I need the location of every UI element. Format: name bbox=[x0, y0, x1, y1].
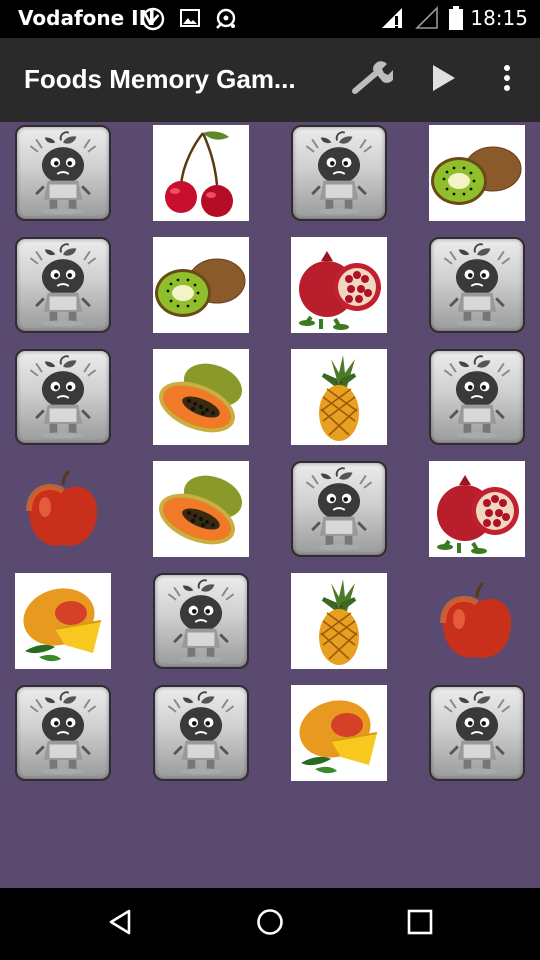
overflow-menu-icon bbox=[503, 64, 511, 97]
cherry-icon bbox=[153, 125, 249, 221]
card-mango[interactable] bbox=[15, 573, 111, 669]
robot-card-back-icon bbox=[17, 351, 109, 443]
robot-card-back-icon bbox=[155, 575, 247, 667]
play-icon bbox=[428, 63, 458, 98]
nav-recents-button[interactable] bbox=[400, 904, 440, 944]
card-mango[interactable] bbox=[291, 685, 387, 781]
apple-icon bbox=[15, 461, 111, 557]
apple-icon bbox=[429, 573, 525, 669]
home-icon bbox=[255, 907, 285, 942]
card-face-down[interactable] bbox=[153, 685, 249, 781]
robot-card-back-icon bbox=[17, 127, 109, 219]
navigation-bar bbox=[0, 888, 540, 960]
image-icon bbox=[178, 6, 202, 30]
status-bar: Vodafone IN 18:15 bbox=[0, 0, 540, 38]
card-face-down[interactable] bbox=[291, 461, 387, 557]
card-pomegranate[interactable] bbox=[429, 461, 525, 557]
kiwi-icon bbox=[429, 125, 525, 221]
card-kiwi[interactable] bbox=[153, 237, 249, 333]
app-bar: Foods Memory Gam... bbox=[0, 38, 540, 122]
papaya-icon bbox=[153, 461, 249, 557]
robot-card-back-icon bbox=[17, 687, 109, 779]
card-pomegranate[interactable] bbox=[291, 237, 387, 333]
signal-empty-icon bbox=[414, 6, 440, 30]
signal-strength-icon bbox=[380, 6, 406, 30]
card-face-down[interactable] bbox=[15, 237, 111, 333]
card-papaya[interactable] bbox=[153, 461, 249, 557]
kiwi-icon bbox=[153, 237, 249, 333]
recents-icon bbox=[407, 909, 433, 940]
robot-card-back-icon bbox=[431, 687, 523, 779]
card-face-down[interactable] bbox=[429, 237, 525, 333]
headset-icon bbox=[212, 6, 238, 30]
pineapple-icon bbox=[291, 573, 387, 669]
wrench-icon bbox=[349, 60, 395, 101]
card-face-down[interactable] bbox=[15, 125, 111, 221]
robot-card-back-icon bbox=[431, 351, 523, 443]
game-board bbox=[0, 122, 540, 888]
card-face-down[interactable] bbox=[15, 349, 111, 445]
card-face-down[interactable] bbox=[15, 685, 111, 781]
robot-card-back-icon bbox=[431, 239, 523, 331]
card-kiwi[interactable] bbox=[429, 125, 525, 221]
play-button[interactable] bbox=[419, 58, 467, 102]
mango-icon bbox=[291, 685, 387, 781]
card-apple[interactable] bbox=[15, 461, 111, 557]
robot-card-back-icon bbox=[293, 127, 385, 219]
overflow-menu-button[interactable] bbox=[483, 58, 531, 102]
card-face-down[interactable] bbox=[291, 125, 387, 221]
page-title: Foods Memory Gam... bbox=[24, 64, 296, 94]
pomegranate-icon bbox=[291, 237, 387, 333]
pineapple-icon bbox=[291, 349, 387, 445]
papaya-icon bbox=[153, 349, 249, 445]
battery-icon bbox=[448, 6, 464, 30]
robot-card-back-icon bbox=[155, 687, 247, 779]
nav-home-button[interactable] bbox=[250, 904, 290, 944]
back-icon bbox=[106, 908, 134, 941]
card-pineapple[interactable] bbox=[291, 349, 387, 445]
pomegranate-icon bbox=[429, 461, 525, 557]
robot-card-back-icon bbox=[17, 239, 109, 331]
card-pineapple[interactable] bbox=[291, 573, 387, 669]
card-face-down[interactable] bbox=[153, 573, 249, 669]
card-face-down[interactable] bbox=[429, 685, 525, 781]
card-apple[interactable] bbox=[429, 573, 525, 669]
card-cherry[interactable] bbox=[153, 125, 249, 221]
clock: 18:15 bbox=[470, 6, 528, 30]
card-papaya[interactable] bbox=[153, 349, 249, 445]
mango-icon bbox=[15, 573, 111, 669]
carrier-name: Vodafone IN bbox=[18, 6, 156, 30]
settings-button[interactable] bbox=[347, 58, 395, 102]
check-circle-icon bbox=[140, 6, 166, 31]
card-face-down[interactable] bbox=[429, 349, 525, 445]
nav-back-button[interactable] bbox=[100, 904, 140, 944]
robot-card-back-icon bbox=[293, 463, 385, 555]
